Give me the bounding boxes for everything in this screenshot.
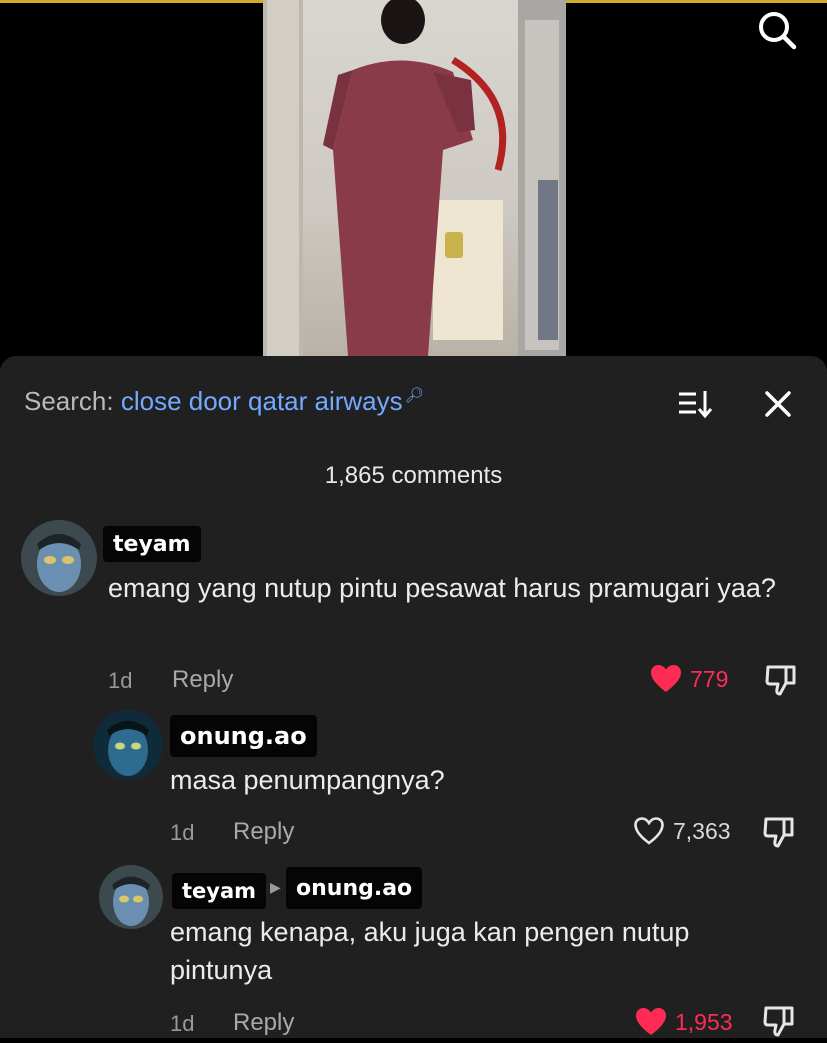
dislike-icon — [763, 817, 794, 848]
avatar[interactable] — [93, 710, 163, 780]
reply-arrow-icon: ▶ — [270, 879, 281, 895]
comment-age: 1d — [170, 1011, 195, 1036]
search-button[interactable] — [755, 8, 799, 52]
comment-username[interactable]: teyam — [172, 873, 267, 909]
search-label: Search: — [24, 386, 114, 416]
like-button[interactable]: 7,363 — [633, 816, 731, 846]
dislike-button[interactable] — [762, 1004, 796, 1038]
like-count: 7,363 — [673, 817, 731, 844]
dislike-button[interactable] — [762, 815, 796, 849]
dislike-icon — [763, 1006, 794, 1037]
like-count: 1,953 — [675, 1008, 733, 1035]
sort-button[interactable] — [676, 388, 713, 420]
search-suggestion[interactable]: Search: close door qatar airways 🔎︎ — [24, 386, 424, 417]
heart-icon — [651, 665, 681, 692]
like-button[interactable]: 1,953 — [635, 1007, 733, 1037]
dislike-button[interactable] — [764, 663, 798, 697]
video-thumbnail[interactable] — [263, 0, 566, 356]
search-icon — [759, 12, 797, 50]
comment-age: 1d — [108, 668, 133, 693]
avatar-image — [21, 520, 97, 596]
comment-username[interactable]: onung.ao — [170, 715, 317, 757]
comment-username[interactable]: teyam — [103, 526, 201, 562]
comment-text: emang kenapa, aku juga kan pengen nutup … — [170, 917, 690, 985]
sort-icon — [679, 391, 713, 419]
avatar-image — [93, 710, 163, 780]
reply-to-username[interactable]: onung.ao — [286, 867, 423, 909]
reply-button[interactable]: Reply — [172, 666, 233, 694]
comment-text: emang yang nutup pintu pesawat harus pra… — [108, 573, 776, 603]
heart-icon — [634, 817, 664, 845]
avatar[interactable] — [21, 520, 97, 596]
comment-text: masa penumpangnya? — [170, 765, 445, 795]
comments-count: 1,865 comments — [324, 462, 503, 489]
dislike-icon — [765, 665, 796, 696]
search-query-icon: 🔎︎ — [404, 387, 424, 404]
close-icon — [765, 391, 791, 417]
avatar-image — [99, 865, 163, 929]
reply-button[interactable]: Reply — [233, 818, 294, 846]
avatar[interactable] — [99, 865, 163, 929]
search-query-link[interactable]: close door qatar airways — [121, 386, 403, 416]
comment-age: 1d — [170, 820, 195, 845]
video-frame-illustration — [263, 0, 566, 356]
reply-button[interactable]: Reply — [233, 1009, 294, 1037]
heart-icon — [636, 1008, 666, 1035]
like-button[interactable]: 779 — [650, 664, 728, 694]
like-count: 779 — [690, 665, 729, 692]
close-button[interactable] — [762, 388, 794, 420]
